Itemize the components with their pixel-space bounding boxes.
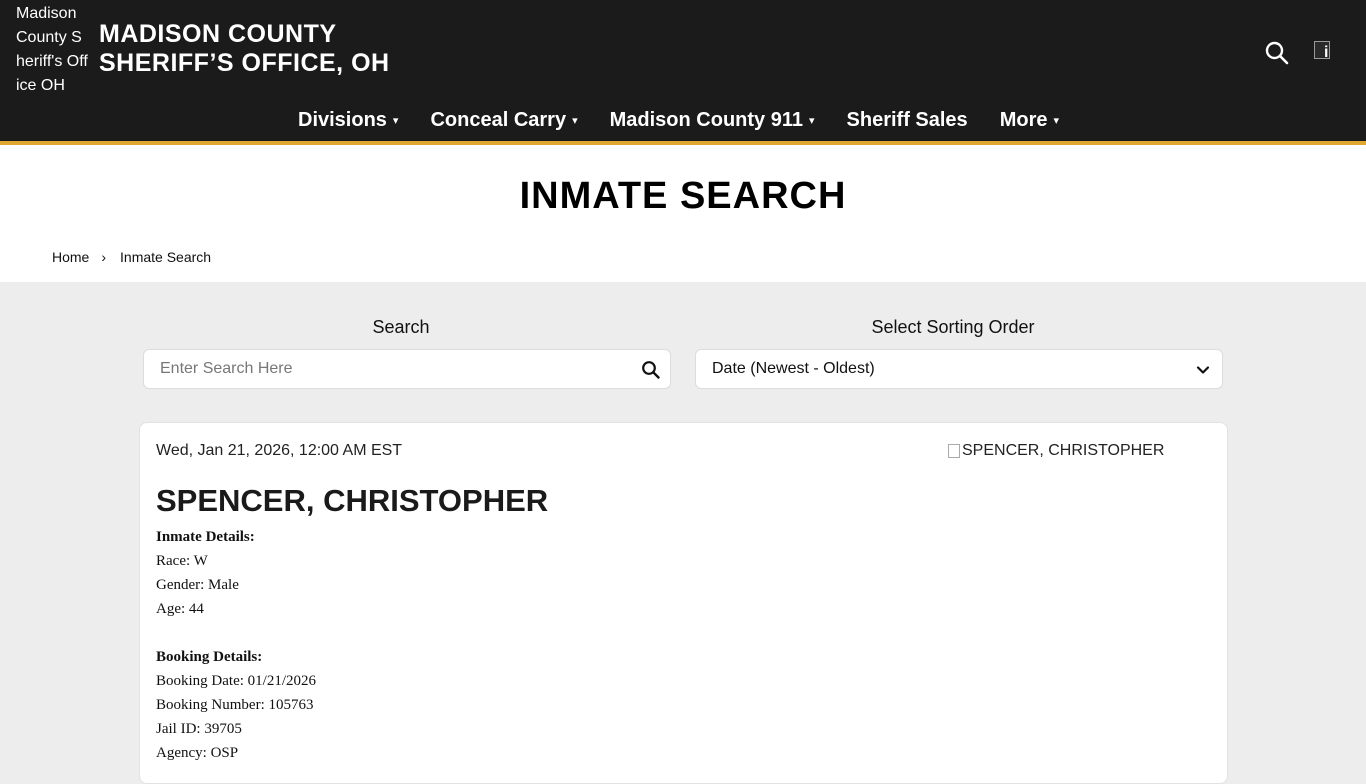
page-title: INMATE SEARCH [519,175,847,217]
search-label: Search [372,317,430,337]
site-title-line2: SHERIFF’S OFFICE, OH [99,49,390,77]
inmate-record-card: Wed, Jan 21, 2026, 12:00 AM EST SPENCER,… [139,422,1228,784]
nav-item-conceal-carry[interactable]: Conceal Carry ▾ [414,109,593,132]
agency: Agency: OSP [156,745,239,761]
search-field [143,349,671,389]
main-nav: Divisions ▾ Conceal Carry ▾ Madison Coun… [282,100,1075,140]
caret-down-icon: ▾ [572,114,578,127]
nav-item-label: Madison County 911 [609,108,803,131]
nav-item-more[interactable]: More ▾ [984,109,1075,132]
booking-details-heading: Booking Details: [156,649,263,665]
site-title-line1: MADISON COUNTY [99,20,337,48]
site-logo[interactable]: Madison County Sheriff's Office OH [16,2,90,98]
nav-item-divisions[interactable]: Divisions ▾ [282,109,414,132]
breadcrumb-current: Inmate Search [120,249,212,265]
nav-item-label: Conceal Carry [430,108,567,131]
inmate-age: Age: 44 [156,601,204,617]
caret-down-icon: ▾ [808,114,815,127]
inmate-name: SPENCER, CHRISTOPHER [156,483,549,518]
booking-number: Booking Number: 105763 [156,697,314,713]
site-header: Madison County Sheriff's Office OH MADIS… [0,0,1366,145]
broken-image-icon[interactable]: i [1314,41,1338,63]
jail-id: Jail ID: 39705 [156,721,242,737]
caret-down-icon: ▾ [392,114,399,127]
sort-order-select[interactable]: Date (Newest - Oldest) [695,349,1223,389]
chevron-down-icon [1196,366,1210,374]
page-title-band: INMATE SEARCH Home › Inmate Search [0,145,1366,282]
record-date: Wed, Jan 21, 2026, 12:00 AM EST [156,442,403,459]
search-icon [642,361,660,379]
nav-item-label: Divisions [298,108,387,131]
nav-item-label: More [999,108,1048,131]
booking-date: Booking Date: 01/21/2026 [156,673,316,689]
header-search-button[interactable] [1264,40,1290,66]
inmate-details: Inmate Details: Race: W Gender: Male Age… [156,525,316,765]
sort-label: Select Sorting Order [871,317,1035,337]
nav-item-sheriff-sales[interactable]: Sheriff Sales [831,109,984,132]
nav-item-label: Sheriff Sales [846,108,968,131]
site-title[interactable]: MADISON COUNTY SHERIFF’S OFFICE, OH [99,20,390,78]
breadcrumb: Home › Inmate Search [52,249,211,265]
caret-down-icon: ▾ [1053,114,1060,127]
inmate-photo-alt-text: SPENCER, CHRISTOPHER [962,442,1165,459]
search-icon [1265,41,1289,65]
inmate-gender: Gender: Male [156,577,239,593]
inmate-race: Race: W [156,553,208,569]
breadcrumb-separator: › [101,249,107,265]
broken-image-icon [948,444,960,458]
inmate-photo[interactable]: SPENCER, CHRISTOPHER [948,442,1164,460]
search-input[interactable] [144,350,630,388]
inmate-details-heading: Inmate Details: [156,529,255,545]
nav-item-madison-county-911[interactable]: Madison County 911 ▾ [594,109,831,132]
search-submit-button[interactable] [641,360,661,380]
breadcrumb-home-link[interactable]: Home [52,249,89,265]
sort-selected-value: Date (Newest - Oldest) [712,360,875,377]
